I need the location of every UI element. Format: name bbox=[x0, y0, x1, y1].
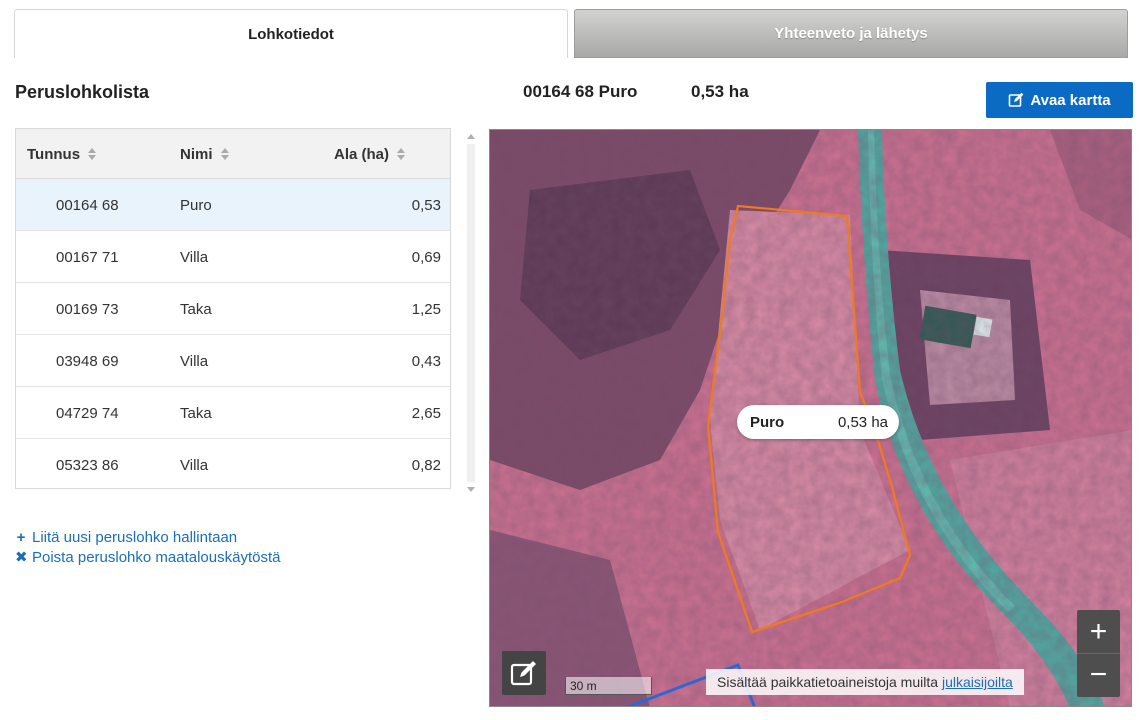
scroll-track[interactable] bbox=[467, 144, 475, 482]
edit-icon bbox=[1009, 92, 1024, 107]
column-header-label: Ala (ha) bbox=[334, 145, 390, 163]
edit-icon bbox=[510, 661, 536, 686]
zoom-in-button[interactable]: + bbox=[1077, 610, 1120, 653]
column-header-tunnus[interactable]: Tunnus bbox=[27, 129, 97, 179]
cell-area: 2,65 bbox=[411, 404, 441, 422]
plus-icon: + bbox=[16, 529, 26, 546]
add-parcel-label: Liitä uusi peruslohko hallintaan bbox=[32, 529, 238, 546]
cell-area: 0,82 bbox=[411, 456, 441, 474]
zoom-controls: + − bbox=[1077, 610, 1120, 697]
column-header-ala[interactable]: Ala (ha) bbox=[334, 129, 406, 179]
add-parcel-link[interactable]: + Liitä uusi peruslohko hallintaan bbox=[15, 528, 280, 548]
selected-parcel-id: 00164 68 Puro bbox=[523, 82, 638, 101]
table-row[interactable]: 05323 86 Villa 0,82 bbox=[16, 439, 450, 488]
draw-edit-button[interactable] bbox=[502, 651, 546, 695]
cell-area: 1,25 bbox=[411, 300, 441, 318]
page-title: Peruslohkolista bbox=[15, 82, 150, 102]
cell-area: 0,69 bbox=[411, 248, 441, 266]
cell-id: 00164 68 bbox=[56, 196, 119, 214]
scroll-down-icon[interactable] bbox=[467, 487, 475, 492]
sort-icon bbox=[220, 148, 229, 160]
cell-name: Puro bbox=[180, 196, 212, 214]
attribution-link[interactable]: julkaisijoilta bbox=[942, 674, 1013, 690]
cell-id: 03948 69 bbox=[56, 352, 119, 370]
table-row[interactable]: 04729 74 Taka 2,65 bbox=[16, 387, 450, 439]
cell-name: Villa bbox=[180, 248, 209, 266]
cell-name: Taka bbox=[180, 404, 212, 422]
map-view[interactable]: Puro 0,53 ha + − 30 m Sisältää paikkatie… bbox=[489, 129, 1132, 707]
table-scrollbar[interactable] bbox=[463, 128, 479, 498]
selected-parcel-area: 0,53 ha bbox=[691, 82, 749, 101]
close-icon: ✖ bbox=[15, 549, 28, 566]
sort-icon bbox=[88, 148, 97, 160]
table-header: Tunnus Nimi Ala (ha) bbox=[16, 129, 450, 179]
popup-area: 0,53 ha bbox=[837, 413, 888, 431]
table-row[interactable]: 00169 73 Taka 1,25 bbox=[16, 283, 450, 335]
cell-id: 04729 74 bbox=[56, 404, 119, 422]
cell-area: 0,53 bbox=[411, 196, 441, 214]
zoom-out-button[interactable]: − bbox=[1077, 653, 1120, 696]
open-map-label: Avaa kartta bbox=[1030, 91, 1111, 109]
cell-name: Taka bbox=[180, 300, 212, 318]
map-attribution: Sisältää paikkatietoaineistoja muilta ju… bbox=[706, 669, 1024, 695]
table-row[interactable]: 00167 71 Villa 0,69 bbox=[16, 231, 450, 283]
parcel-table: Tunnus Nimi Ala (ha) 00164 68 Puro 0,53 … bbox=[15, 128, 451, 489]
cell-id: 00167 71 bbox=[56, 248, 119, 266]
scale-bar: 30 m bbox=[565, 677, 652, 695]
sort-icon bbox=[397, 148, 406, 160]
table-row[interactable]: 03948 69 Villa 0,43 bbox=[16, 335, 450, 387]
cell-id: 00169 73 bbox=[56, 300, 119, 318]
popup-name: Puro bbox=[750, 413, 785, 431]
tab-lohkotiedot[interactable]: Lohkotiedot bbox=[14, 9, 568, 58]
tab-yhteenveto[interactable]: Yhteenveto ja lähetys bbox=[574, 9, 1128, 58]
open-map-button[interactable]: Avaa kartta bbox=[986, 82, 1133, 118]
cell-id: 05323 86 bbox=[56, 456, 119, 474]
cell-area: 0,43 bbox=[411, 352, 441, 370]
table-row[interactable]: 00164 68 Puro 0,53 bbox=[16, 179, 450, 231]
attribution-text: Sisältää paikkatietoaineistoja muilta bbox=[717, 674, 939, 690]
column-header-nimi[interactable]: Nimi bbox=[180, 129, 229, 179]
column-header-label: Tunnus bbox=[27, 145, 81, 163]
remove-parcel-link[interactable]: ✖ Poista peruslohko maatalouskäytöstä bbox=[15, 548, 280, 568]
cell-name: Villa bbox=[180, 456, 209, 474]
scroll-up-icon[interactable] bbox=[467, 134, 475, 139]
parcel-popup: Puro 0,53 ha bbox=[737, 405, 899, 439]
remove-parcel-label: Poista peruslohko maatalouskäytöstä bbox=[32, 549, 281, 566]
column-header-label: Nimi bbox=[180, 145, 213, 163]
cell-name: Villa bbox=[180, 352, 209, 370]
parcel-actions: + Liitä uusi peruslohko hallintaan ✖ Poi… bbox=[15, 528, 280, 568]
